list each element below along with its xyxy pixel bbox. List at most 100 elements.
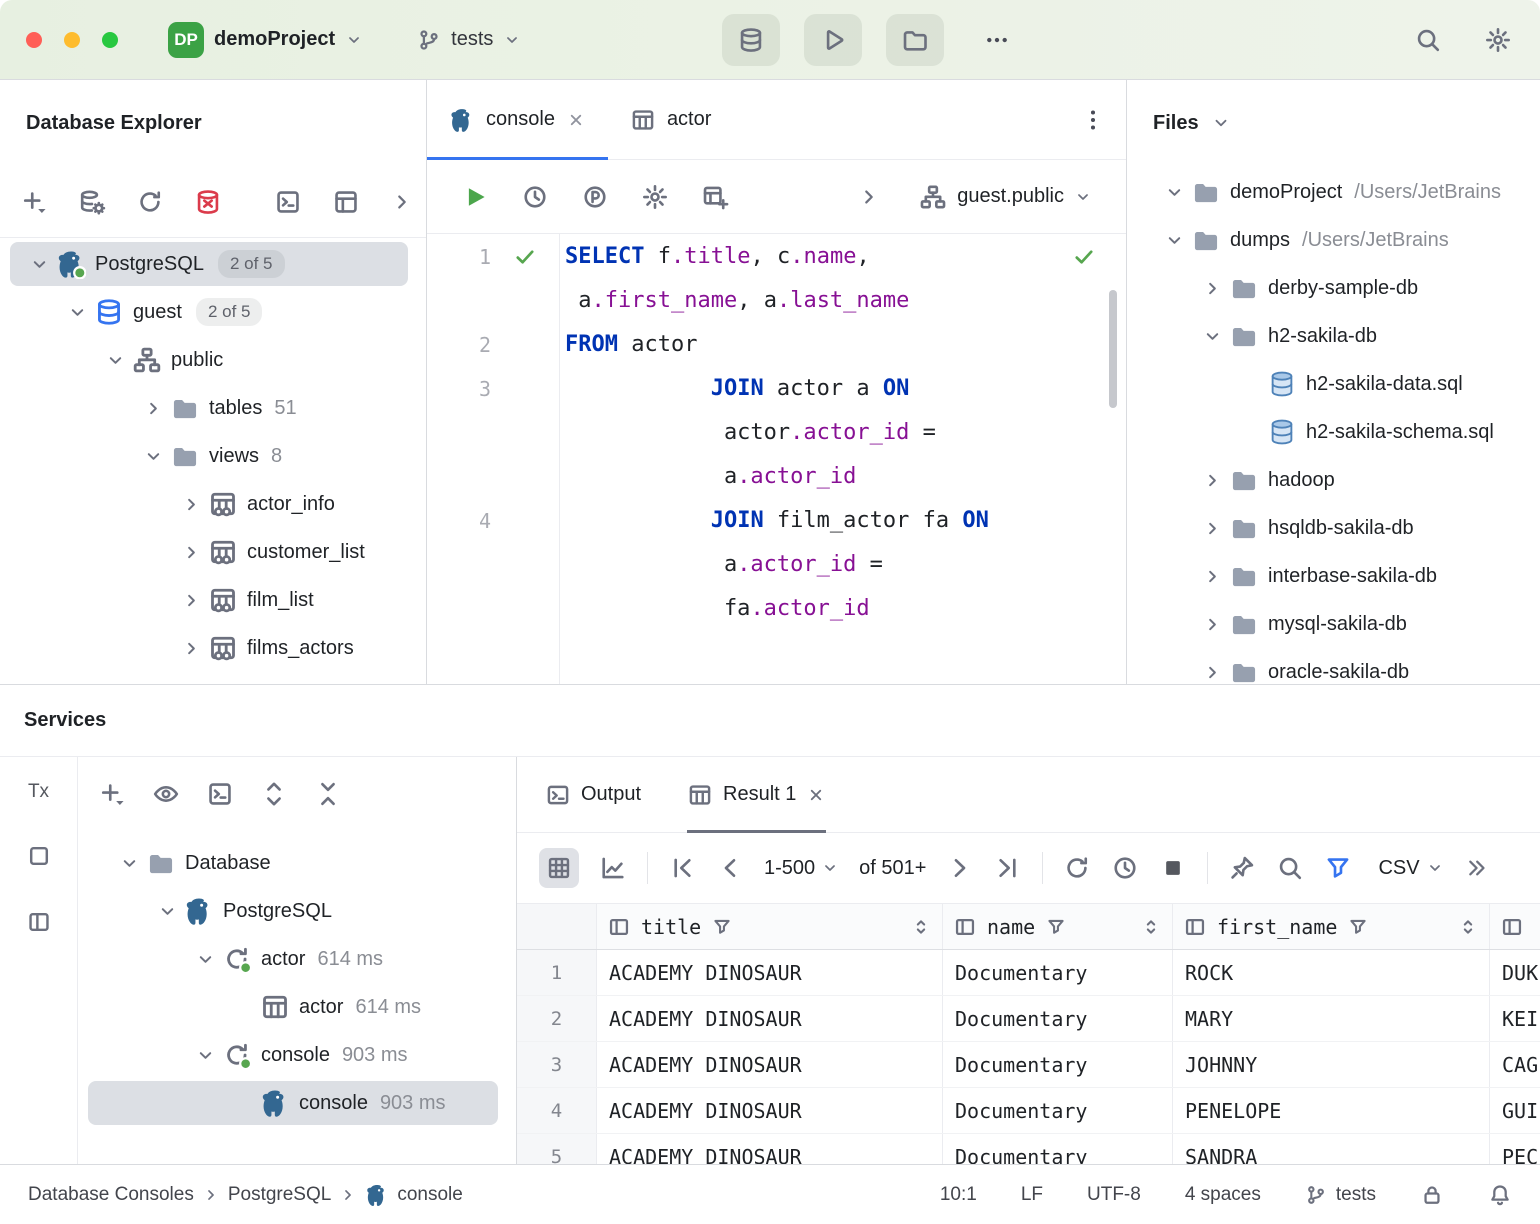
table-cell[interactable]: ACADEMY DINOSAUR <box>597 950 943 995</box>
code-line[interactable]: 3 JOIN actor a ON <box>427 367 1126 411</box>
chevron-down-icon[interactable] <box>136 446 170 467</box>
search-icon[interactable] <box>1414 26 1442 54</box>
first-page-button[interactable] <box>668 854 696 882</box>
table-cell[interactable]: ROCK <box>1173 950 1490 995</box>
project-files-button[interactable] <box>886 14 944 66</box>
chevron-down-icon[interactable] <box>150 901 184 922</box>
table-cell[interactable]: KEI <box>1490 996 1540 1041</box>
next-page-button[interactable] <box>946 854 974 882</box>
code-line[interactable]: fa.actor_id <box>427 587 1126 631</box>
files-header[interactable]: Files <box>1127 80 1540 166</box>
table-cell[interactable]: ACADEMY DINOSAUR <box>597 1088 943 1133</box>
table-cell[interactable]: PEC <box>1490 1134 1540 1164</box>
encoding-widget[interactable]: UTF-8 <box>1087 1184 1141 1206</box>
stop-button[interactable] <box>1159 854 1187 882</box>
lock-icon[interactable] <box>1420 1183 1444 1207</box>
service-item-postgresql[interactable]: PostgreSQL <box>78 887 516 935</box>
db-item-films-actors[interactable]: films_actors <box>0 624 426 672</box>
db-item-tables[interactable]: tables51 <box>0 384 426 432</box>
table-cell[interactable]: CAG <box>1490 1042 1540 1087</box>
branch-status-widget[interactable]: tests <box>1305 1184 1376 1206</box>
file-item-mysql-sakila-db[interactable]: mysql-sakila-db <box>1127 600 1540 648</box>
tab-actor[interactable]: actor <box>608 80 733 159</box>
new-table-icon[interactable] <box>701 183 729 211</box>
expand-all-icon[interactable] <box>260 780 288 808</box>
chevron-right-icon[interactable] <box>1195 614 1229 635</box>
file-item-hsqldb-sakila-db[interactable]: hsqldb-sakila-db <box>1127 504 1540 552</box>
table-row[interactable]: 5ACADEMY DINOSAURDocumentarySANDRAPEC <box>517 1134 1540 1164</box>
file-item-h2-sakila-db[interactable]: h2-sakila-db <box>1127 312 1540 360</box>
collapse-all-icon[interactable] <box>314 780 342 808</box>
table-row[interactable]: 1ACADEMY DINOSAURDocumentaryROCKDUK <box>517 950 1540 996</box>
export-format-dropdown[interactable]: CSV <box>1378 857 1443 880</box>
chevron-right-icon[interactable] <box>1195 518 1229 539</box>
export-icon[interactable] <box>1464 856 1488 880</box>
code-line[interactable]: a.actor_id <box>427 455 1126 499</box>
tool-window-icon[interactable] <box>26 843 52 869</box>
service-item-console[interactable]: console903 ms <box>78 1031 516 1079</box>
chevron-down-icon[interactable] <box>1157 182 1191 203</box>
table-cell[interactable]: Documentary <box>943 1088 1173 1133</box>
toolbar-overflow-chevron[interactable] <box>390 190 414 214</box>
chevron-right-icon[interactable] <box>174 494 208 515</box>
view-options-icon[interactable] <box>152 780 180 808</box>
split-view-icon[interactable] <box>26 909 52 935</box>
file-item-demoproject[interactable]: demoProject/Users/JetBrains <box>1127 168 1540 216</box>
run-widget-button[interactable] <box>804 14 862 66</box>
file-item-derby-sample-db[interactable]: derby-sample-db <box>1127 264 1540 312</box>
table-cell[interactable]: DUK <box>1490 950 1540 995</box>
table-cell[interactable]: Documentary <box>943 1134 1173 1164</box>
jump-to-console-button[interactable] <box>274 188 302 216</box>
toolbar-overflow-chevron[interactable] <box>857 185 881 209</box>
db-item-film-list[interactable]: film_list <box>0 576 426 624</box>
chart-view-button[interactable] <box>599 854 627 882</box>
add-datasource-button[interactable] <box>20 188 48 216</box>
tab-options-kebab-icon[interactable] <box>1080 107 1106 133</box>
minimize-window-button[interactable] <box>64 32 80 48</box>
previous-page-button[interactable] <box>716 854 744 882</box>
code-line[interactable]: 4 JOIN film_actor fa ON <box>427 499 1126 543</box>
schema-selector[interactable]: guest.public <box>919 183 1092 211</box>
table-cell[interactable]: Documentary <box>943 1042 1173 1087</box>
service-item-actor[interactable]: actor614 ms <box>78 983 516 1031</box>
table-row[interactable]: 3ACADEMY DINOSAURDocumentaryJOHNNYCAG <box>517 1042 1540 1088</box>
db-item-actor-info[interactable]: actor_info <box>0 480 426 528</box>
add-service-button[interactable] <box>98 780 126 808</box>
service-item-console[interactable]: console903 ms <box>78 1079 516 1127</box>
refresh-button[interactable] <box>136 188 164 216</box>
db-item-postgresql[interactable]: PostgreSQL2 of 5 <box>0 240 426 288</box>
chevron-right-icon[interactable] <box>174 542 208 563</box>
table-cell[interactable]: PENELOPE <box>1173 1088 1490 1133</box>
column-header-name[interactable]: name <box>943 904 1173 949</box>
chevron-right-icon[interactable] <box>136 398 170 419</box>
database-tool-button[interactable] <box>722 14 780 66</box>
code-line[interactable]: actor.actor_id = <box>427 411 1126 455</box>
chevron-right-icon[interactable] <box>1195 662 1229 683</box>
close-tab-icon[interactable] <box>566 110 586 130</box>
close-tab-icon[interactable] <box>806 785 826 805</box>
column-header-first-name[interactable]: first_name <box>1173 904 1490 949</box>
breadcrumb-item-database-consoles[interactable]: Database Consoles <box>28 1184 194 1206</box>
chevron-right-icon[interactable] <box>1195 470 1229 491</box>
datasource-settings-button[interactable] <box>78 188 106 216</box>
reload-data-button[interactable] <box>1063 854 1091 882</box>
last-page-button[interactable] <box>994 854 1022 882</box>
table-row[interactable]: 2ACADEMY DINOSAURDocumentaryMARYKEI <box>517 996 1540 1042</box>
service-item-actor[interactable]: actor614 ms <box>78 935 516 983</box>
pin-tab-button[interactable] <box>1228 854 1256 882</box>
chevron-down-icon[interactable] <box>1195 326 1229 347</box>
chevron-right-icon[interactable] <box>1195 566 1229 587</box>
vcs-branch-widget[interactable]: tests <box>407 20 531 60</box>
code-line[interactable]: a.first_name, a.last_name <box>427 279 1126 323</box>
execute-button[interactable] <box>461 183 489 211</box>
table-cell[interactable]: MARY <box>1173 996 1490 1041</box>
chevron-down-icon[interactable] <box>188 949 222 970</box>
code-line[interactable]: 2FROM actor <box>427 323 1126 367</box>
table-cell[interactable]: ACADEMY DINOSAUR <box>597 1042 943 1087</box>
page-range-dropdown[interactable]: 1-500 <box>764 857 839 880</box>
chevron-down-icon[interactable] <box>22 254 56 275</box>
tab-result-1[interactable]: Result 1 <box>687 757 826 832</box>
close-window-button[interactable] <box>26 32 42 48</box>
table-cell[interactable]: SANDRA <box>1173 1134 1490 1164</box>
code-line[interactable]: a.actor_id = <box>427 543 1126 587</box>
